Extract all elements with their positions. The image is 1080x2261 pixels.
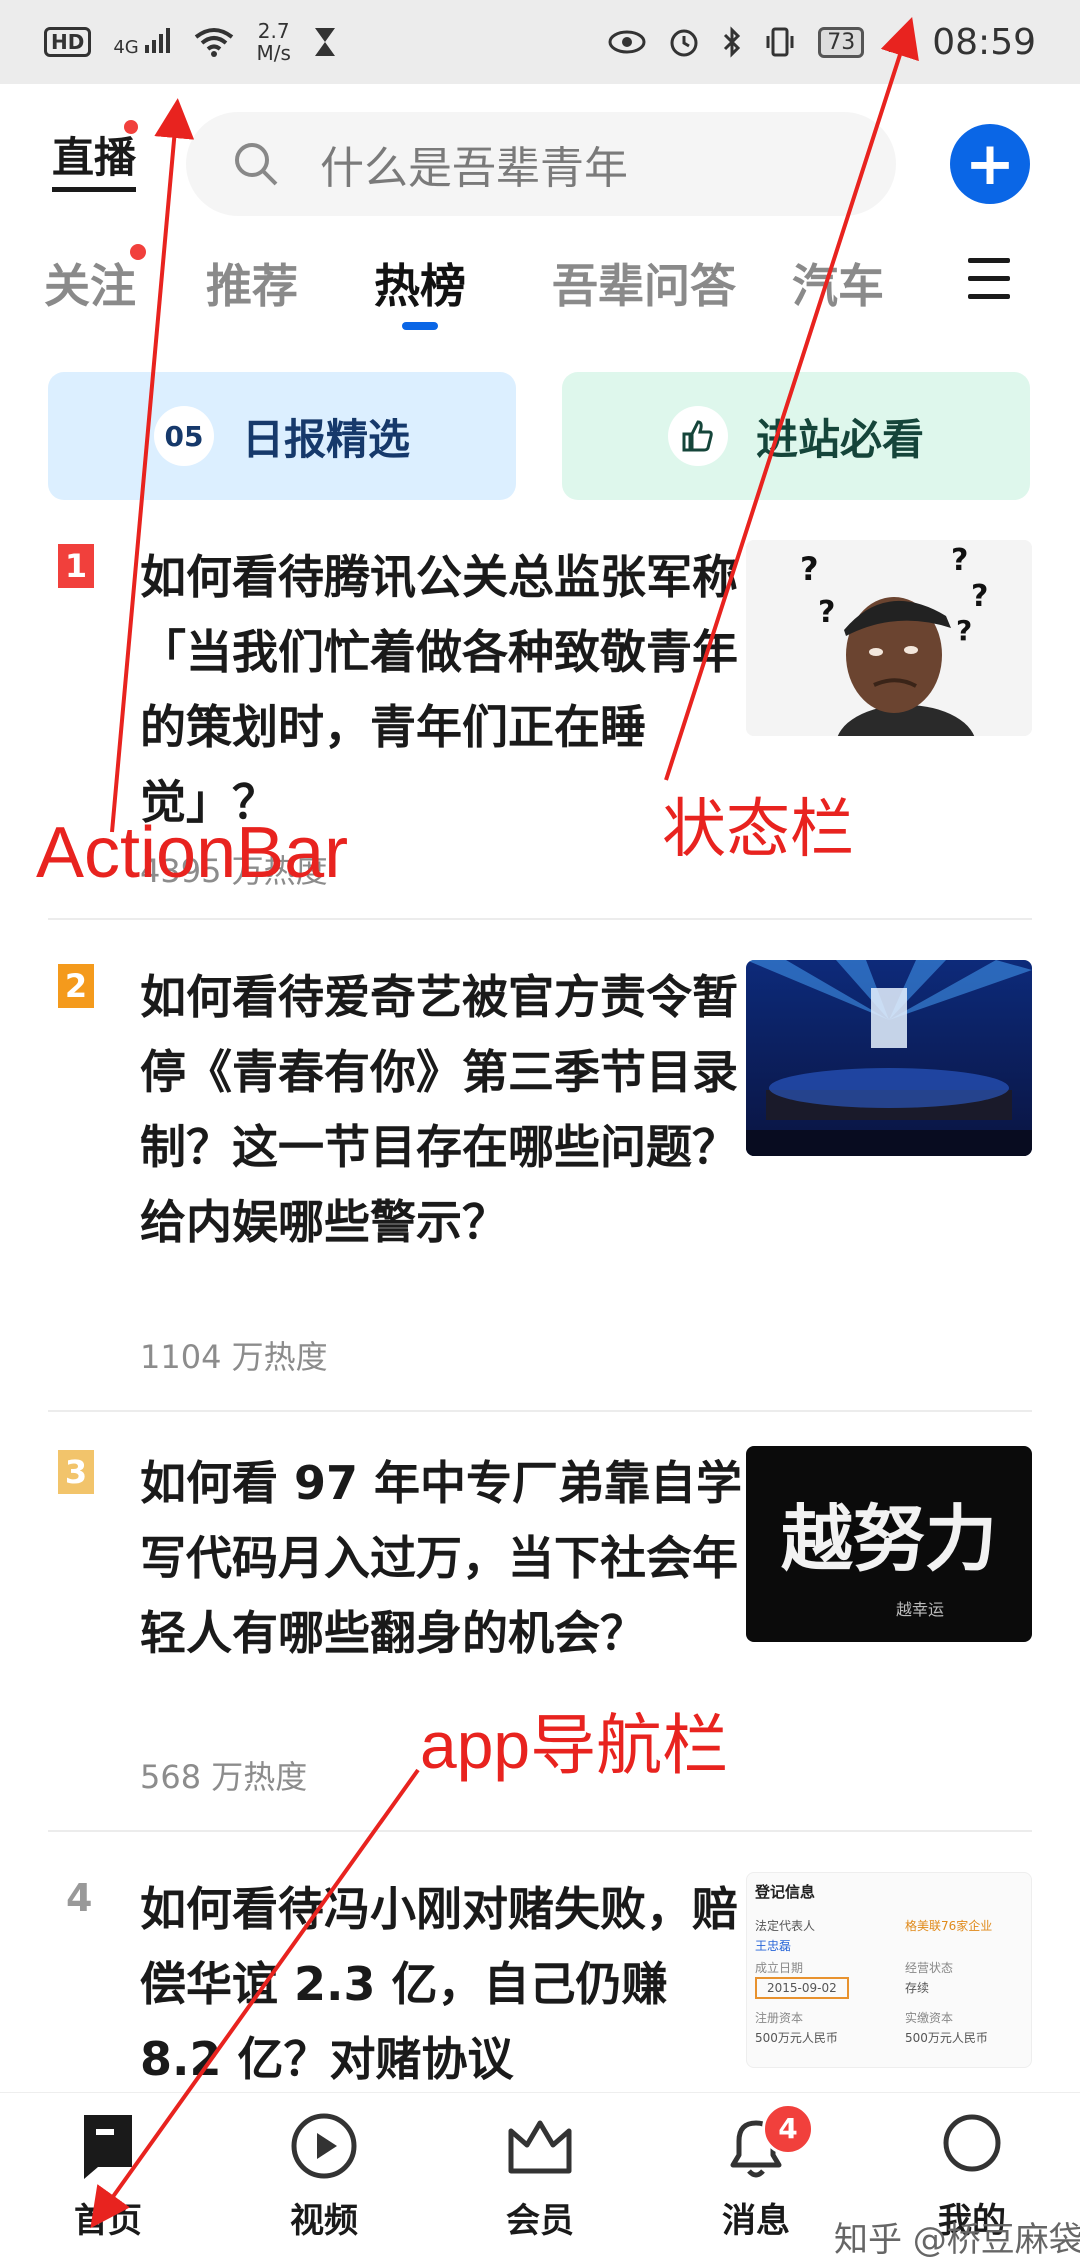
rank-badge: 1 [58, 544, 94, 588]
nav-messages[interactable]: 4 消息 [696, 2103, 816, 2242]
tab-hot-list[interactable]: 热榜 [374, 250, 466, 316]
battery-icon: 73 [818, 26, 865, 58]
nav-member[interactable]: 会员 [480, 2111, 600, 2242]
nav-member-label: 会员 [506, 2201, 574, 2241]
question-title[interactable]: 如何看待冯小刚对赌失败，赔偿华谊 2.3 亿，自己仍赚 8.2 亿？对赌协议 [140, 1872, 760, 2097]
create-button[interactable]: + [950, 124, 1030, 204]
nav-messages-label: 消息 [722, 2201, 790, 2241]
watermark: 知乎 @桥豆麻袋 [834, 2220, 1080, 2260]
question-title[interactable]: 如何看待爱奇艺被官方责令暂停《青春有你》第三季节目录制？这一节目存在哪些问题？给… [140, 960, 760, 1260]
nav-home[interactable]: 首页 [48, 2111, 168, 2242]
heat-count: 568 万热度 [140, 1758, 308, 1796]
play-icon [291, 2113, 357, 2179]
home-icon [84, 2115, 132, 2179]
thumb-cap-label: 注册资本 [755, 2011, 804, 2025]
eye-icon [608, 30, 646, 54]
wifi-icon [195, 28, 234, 57]
thumb-date-label: 成立日期 [755, 1961, 804, 1975]
stage-performance-image [746, 960, 1032, 1156]
nav-video[interactable]: 视频 [264, 2111, 384, 2242]
clock-time: 08:59 [932, 21, 1036, 63]
thumb-registration-heading: 登记信息 [755, 1883, 816, 1901]
thumb-link: 格美联76家企业 [905, 1919, 993, 1933]
question-title[interactable]: 如何看 97 年中专厂弟靠自学写代码月入过万，当下社会年轻人有哪些翻身的机会？ [140, 1446, 760, 1671]
follow-notification-dot [130, 244, 146, 260]
must-see-banner[interactable]: 进站必看 [562, 372, 1030, 500]
top-tabs: 关注 推荐 热榜 吾辈问答 汽车 [0, 238, 1080, 338]
speed-unit: M/s [256, 41, 291, 65]
thumb-calligraphy: 越努力 [780, 1496, 997, 1581]
nav-video-label: 视频 [290, 2201, 358, 2241]
signal-icon [145, 28, 171, 53]
profile-icon [943, 2114, 1001, 2172]
rank-number: 4 [66, 1876, 93, 1920]
hot-list-item[interactable]: 2 如何看待爱奇艺被官方责令暂停《青春有你》第三季节目录制？这一节目存在哪些问题… [48, 960, 1032, 1380]
tab-car[interactable]: 汽车 [792, 250, 884, 316]
thumbs-up-icon [667, 406, 728, 466]
daily-picks-banner[interactable]: 05 日报精选 [48, 372, 516, 500]
svg-text:?: ? [800, 550, 819, 588]
thumb-paid-label: 实缴资本 [905, 2011, 954, 2025]
status-bar-right: 73 08:59 [608, 22, 1036, 63]
divider [48, 1410, 1032, 1412]
divider [48, 1830, 1032, 1832]
daily-picks-badge: 05 [153, 406, 214, 466]
thumb-date: 2015-09-02 [755, 1977, 849, 1999]
hot-list-item[interactable]: 4 如何看待冯小刚对赌失败，赔偿华谊 2.3 亿，自己仍赚 8.2 亿？对赌协议… [48, 1872, 1032, 2092]
svg-text:?: ? [956, 614, 972, 647]
thumb-status-label: 经营状态 [905, 1961, 954, 1975]
tab-recommend[interactable]: 推荐 [206, 250, 298, 316]
speed-value: 2.7 [257, 19, 290, 43]
thumbnail-image[interactable]: 越努力 越幸运 [746, 1446, 1032, 1642]
status-bar-left: HD 4G 2.7 M/s [44, 20, 337, 64]
alarm-icon [670, 29, 698, 57]
thumb-paid-value: 500万元人民币 [905, 2031, 988, 2045]
network-indicator: 4G [113, 27, 172, 57]
thumb-status-value: 存续 [905, 1981, 930, 1995]
search-placeholder: 什么是吾辈青年 [320, 143, 628, 194]
thumb-subtext: 越幸运 [896, 1600, 945, 1619]
action-bar: 直播 什么是吾辈青年 + [0, 84, 1080, 234]
network-type: 4G [113, 37, 139, 58]
search-bar[interactable]: 什么是吾辈青年 [186, 112, 896, 216]
menu-icon[interactable] [968, 258, 1010, 312]
leaf-icon [889, 32, 908, 52]
search-icon [235, 143, 278, 186]
svg-text:?: ? [818, 595, 835, 630]
nav-home-label: 首页 [74, 2201, 142, 2241]
svg-text:?: ? [971, 579, 988, 614]
annotation-actionbar-label: ActionBar [36, 813, 349, 893]
thumbnail-image[interactable]: 登记信息 法定代表人 格美联76家企业 王忠磊 成立日期 2015-09-02 … [746, 1872, 1032, 2068]
thumb-cap-value: 500万元人民币 [755, 2031, 838, 2045]
hd-badge: HD [44, 27, 92, 57]
unread-badge: 4 [762, 2103, 814, 2155]
thumb-rep-label: 法定代表人 [755, 1919, 816, 1933]
tab-qa[interactable]: 吾辈问答 [552, 250, 736, 316]
annotation-appnav-label: app导航栏 [420, 1708, 729, 1782]
tab-follow[interactable]: 关注 [44, 250, 136, 316]
annotation-statusbar-label: 状态栏 [662, 793, 854, 865]
thumb-rep-value: 王忠磊 [755, 1939, 792, 1953]
crown-icon [508, 2120, 572, 2174]
plus-icon: + [964, 129, 1016, 199]
confused-person-image: ? ? ? ? ? [746, 540, 1032, 736]
network-speed: 2.7 M/s [256, 20, 290, 64]
divider [48, 918, 1032, 920]
live-button[interactable]: 直播 [52, 124, 137, 192]
vibrate-icon [766, 27, 794, 57]
bluetooth-icon [724, 26, 741, 58]
live-notification-dot [124, 120, 138, 134]
daily-picks-label: 日报精选 [241, 414, 410, 464]
hourglass-icon [314, 28, 335, 56]
rank-badge: 2 [58, 964, 94, 1008]
thumbnail-image[interactable] [746, 960, 1032, 1156]
status-bar: HD 4G 2.7 M/s 73 08:59 [0, 0, 1080, 84]
active-tab-indicator [402, 322, 438, 330]
heat-count: 1104 万热度 [140, 1338, 328, 1376]
rank-badge: 3 [58, 1450, 94, 1494]
must-see-label: 进站必看 [755, 414, 924, 464]
svg-text:?: ? [951, 543, 968, 578]
thumbnail-image[interactable]: ? ? ? ? ? [746, 540, 1032, 736]
